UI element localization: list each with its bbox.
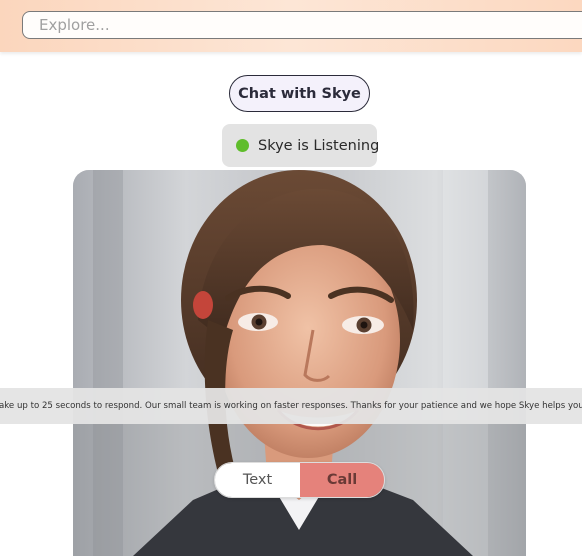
avatar-portrait xyxy=(73,170,526,556)
mode-toggle[interactable]: Text Call xyxy=(214,462,385,498)
text-mode-button[interactable]: Text xyxy=(215,463,300,497)
call-mode-button[interactable]: Call xyxy=(300,463,384,497)
search-input[interactable] xyxy=(22,11,582,39)
chat-with-skye-button[interactable]: Chat with Skye xyxy=(229,75,370,112)
avatar-video xyxy=(73,170,526,556)
top-bar xyxy=(0,0,582,52)
response-time-notice: ake up to 25 seconds to respond. Our sma… xyxy=(0,388,582,424)
notice-text: ake up to 25 seconds to respond. Our sma… xyxy=(0,401,582,411)
status-indicator-dot xyxy=(236,139,249,152)
status-label: Skye is Listening xyxy=(258,137,380,154)
listening-status-badge: Skye is Listening xyxy=(222,124,380,167)
